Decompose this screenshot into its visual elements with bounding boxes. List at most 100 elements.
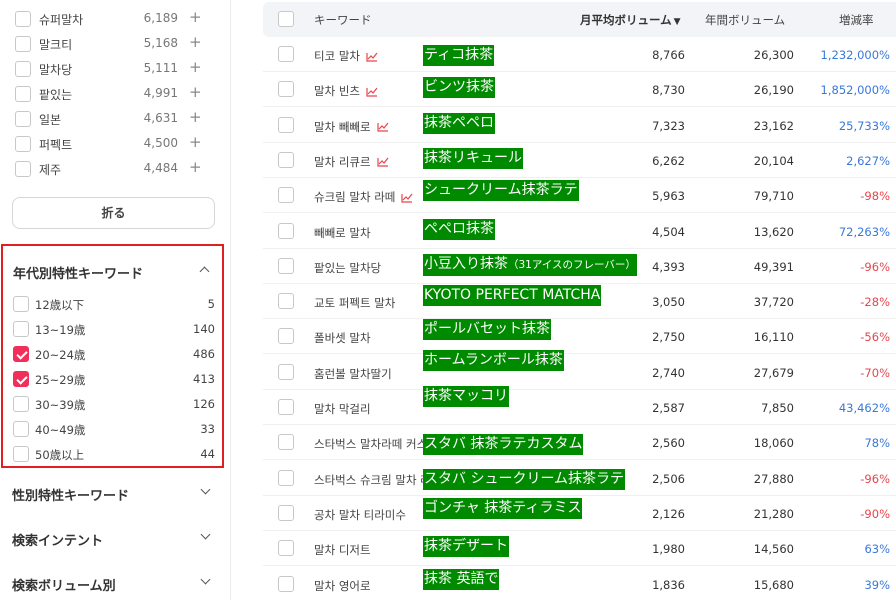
table-row[interactable]: 홈런볼 말차딸기 2,740 27,679 -70% ホームランボール抹茶	[263, 349, 896, 390]
table-row[interactable]: 말차 빈츠 8,730 26,190 1,852,000% ビンツ抹茶	[263, 72, 896, 108]
plus-icon[interactable]: +	[189, 108, 202, 126]
age-checkbox[interactable]	[13, 321, 29, 337]
keyword-cell[interactable]: 홈런볼 말차딸기	[314, 366, 392, 382]
table-row[interactable]: 말차 빼빼로 7,323 23,162 25,733% 抹茶ペペロ	[263, 108, 896, 143]
keyword-checkbox[interactable]	[15, 86, 31, 102]
age-item[interactable]: 40~49歳 33	[3, 417, 222, 442]
age-item[interactable]: 50歳以上 44	[3, 442, 222, 467]
table-row[interactable]: 슈크림 말차 라떼 5,963 79,710 -98% シュークリーム抹茶ラテ	[263, 178, 896, 214]
age-checkbox[interactable]	[13, 346, 29, 362]
row-checkbox[interactable]	[278, 151, 294, 168]
keyword-item[interactable]: 퍼펙트 4,500 +	[0, 132, 231, 157]
plus-icon[interactable]: +	[189, 33, 202, 51]
plus-icon[interactable]: +	[189, 133, 202, 151]
row-checkbox[interactable]	[278, 399, 294, 415]
row-checkbox[interactable]	[278, 328, 294, 345]
keyword-item[interactable]: 슈퍼말차 6,189 +	[0, 7, 231, 32]
header-change-rate[interactable]: 増減率	[839, 12, 874, 28]
plus-icon[interactable]: +	[189, 158, 202, 176]
keyword-cell[interactable]: 슈크림 말차 라떼	[314, 189, 413, 205]
keyword-cell[interactable]: 말차 빈츠	[314, 83, 378, 99]
keyword-cell[interactable]: 폴바셋 말차	[314, 330, 371, 346]
age-checkbox[interactable]	[13, 421, 29, 437]
table-row[interactable]: 교토 퍼펙트 말차 3,050 37,720 -28% KYOTO PERFECT MA…	[263, 284, 896, 320]
keyword-cell[interactable]: 팥있는 말차당	[314, 260, 381, 276]
age-checkbox[interactable]	[13, 296, 29, 312]
keyword-checkbox[interactable]	[15, 61, 31, 77]
age-item[interactable]: 20~24歳 486	[3, 342, 222, 367]
trend-chart-icon[interactable]	[376, 122, 389, 132]
row-checkbox[interactable]	[278, 293, 294, 310]
row-checkbox[interactable]	[278, 257, 294, 274]
row-checkbox[interactable]	[278, 46, 294, 62]
keyword-cell[interactable]: 말차 빼빼로	[314, 119, 389, 135]
row-checkbox[interactable]	[278, 434, 294, 451]
trend-chart-icon[interactable]	[401, 193, 413, 203]
fold-button[interactable]: 折る	[12, 197, 215, 229]
chevron-up-icon[interactable]	[199, 266, 210, 277]
row-checkbox[interactable]	[278, 575, 294, 592]
row-checkbox[interactable]	[278, 222, 294, 239]
keyword-checkbox[interactable]	[15, 36, 31, 52]
keyword-item[interactable]: 일본 4,631 +	[0, 107, 231, 132]
age-checkbox[interactable]	[13, 396, 29, 412]
volume-filter-section[interactable]: 検索ボリューム別	[0, 568, 230, 598]
gender-filter-section[interactable]: 性別特性キーワード	[0, 478, 230, 508]
table-row[interactable]: 공차 말차 티라미수 2,126 21,280 -90% ゴンチャ 抹茶ティラミス	[263, 496, 896, 531]
row-checkbox[interactable]	[278, 187, 294, 204]
keyword-item[interactable]: 제주 4,484 +	[0, 157, 231, 182]
age-item[interactable]: 13~19歳 140	[3, 317, 222, 342]
keyword-cell[interactable]: 티코 말차	[314, 48, 378, 64]
table-row[interactable]: 말차 리큐르 6,262 20,104 2,627% 抹茶リキュール	[263, 143, 896, 178]
table-row[interactable]: 스타벅스 말차라떼 커스텀 2,560 18,060 78% スタバ 抹茶ラテカスタム	[263, 425, 896, 461]
keyword-cell[interactable]: 말차 디저트	[314, 542, 371, 558]
keyword-cell[interactable]: 말차 리큐르	[314, 154, 389, 170]
row-checkbox[interactable]	[278, 363, 294, 380]
keyword-cell[interactable]: 교토 퍼펙트 말차	[314, 295, 395, 311]
trend-chart-icon[interactable]	[376, 157, 389, 167]
trend-chart-icon[interactable]	[366, 52, 378, 62]
keyword-cell[interactable]: 빼빼로 말차	[314, 225, 371, 241]
table-row[interactable]: 팥있는 말차당 4,393 49,391 -96% 小豆入り抹茶（31アイスのフレーバー…	[263, 249, 896, 284]
row-checkbox[interactable]	[278, 504, 294, 521]
keyword-checkbox[interactable]	[15, 161, 31, 177]
table-row[interactable]: 스타벅스 슈크림 말차 라떼 2,506 27,880 -96% スタバ シュークリーム…	[263, 461, 896, 496]
row-checkbox[interactable]	[278, 469, 294, 486]
table-row[interactable]: 말차 영어로 1,836 15,680 39% 抹茶 英語で	[263, 567, 896, 600]
sort-desc-icon[interactable]: ▼	[674, 17, 681, 27]
keyword-checkbox[interactable]	[15, 111, 31, 127]
age-section-title[interactable]: 年代別特性キーワード	[13, 263, 143, 282]
age-item[interactable]: 30~39歳 126	[3, 392, 222, 417]
chevron-down-icon[interactable]	[200, 529, 211, 540]
row-checkbox[interactable]	[278, 81, 294, 98]
chevron-down-icon[interactable]	[200, 574, 211, 585]
table-row[interactable]: 폴바셋 말차 2,750 16,110 -56% ポールバセット抹茶	[263, 319, 896, 355]
keyword-cell[interactable]: 말차 막걸리	[314, 401, 371, 417]
row-checkbox[interactable]	[278, 116, 294, 133]
row-checkbox[interactable]	[278, 540, 294, 557]
header-annual-volume[interactable]: 年間ボリューム	[705, 12, 785, 28]
plus-icon[interactable]: +	[189, 83, 202, 101]
header-monthly-volume[interactable]: 月平均ボリューム ▼	[580, 12, 681, 28]
keyword-checkbox[interactable]	[15, 11, 31, 27]
age-checkbox[interactable]	[13, 446, 29, 462]
keyword-item[interactable]: 말크티 5,168 +	[0, 32, 231, 57]
table-row[interactable]: 티코 말차 8,766 26,300 1,232,000% ティコ抹茶	[263, 37, 896, 72]
trend-chart-icon[interactable]	[366, 87, 378, 97]
keyword-cell[interactable]: 공차 말차 티라미수	[314, 507, 406, 523]
keyword-item[interactable]: 말차당 5,111 +	[0, 57, 231, 82]
keyword-checkbox[interactable]	[15, 136, 31, 152]
keyword-cell[interactable]: 스타벅스 말차라떼 커스텀	[314, 436, 438, 452]
keyword-item[interactable]: 팥있는 4,991 +	[0, 82, 231, 107]
table-row[interactable]: 말차 막걸리 2,587 7,850 43,462% 抹茶マッコリ	[263, 386, 896, 425]
keyword-cell[interactable]: 말차 영어로	[314, 578, 371, 594]
table-row[interactable]: 말차 디저트 1,980 14,560 63% 抹茶デザート	[263, 531, 896, 567]
intent-filter-section[interactable]: 検索インテント	[0, 523, 230, 553]
plus-icon[interactable]: +	[189, 8, 202, 26]
select-all-checkbox[interactable]	[278, 11, 294, 27]
plus-icon[interactable]: +	[189, 58, 202, 76]
chevron-down-icon[interactable]	[200, 484, 211, 495]
age-item[interactable]: 12歳以下 5	[3, 292, 222, 317]
table-row[interactable]: 빼빼로 말차 4,504 13,620 72,263% ペペロ抹茶	[263, 214, 896, 249]
age-item[interactable]: 25~29歳 413	[3, 367, 222, 392]
